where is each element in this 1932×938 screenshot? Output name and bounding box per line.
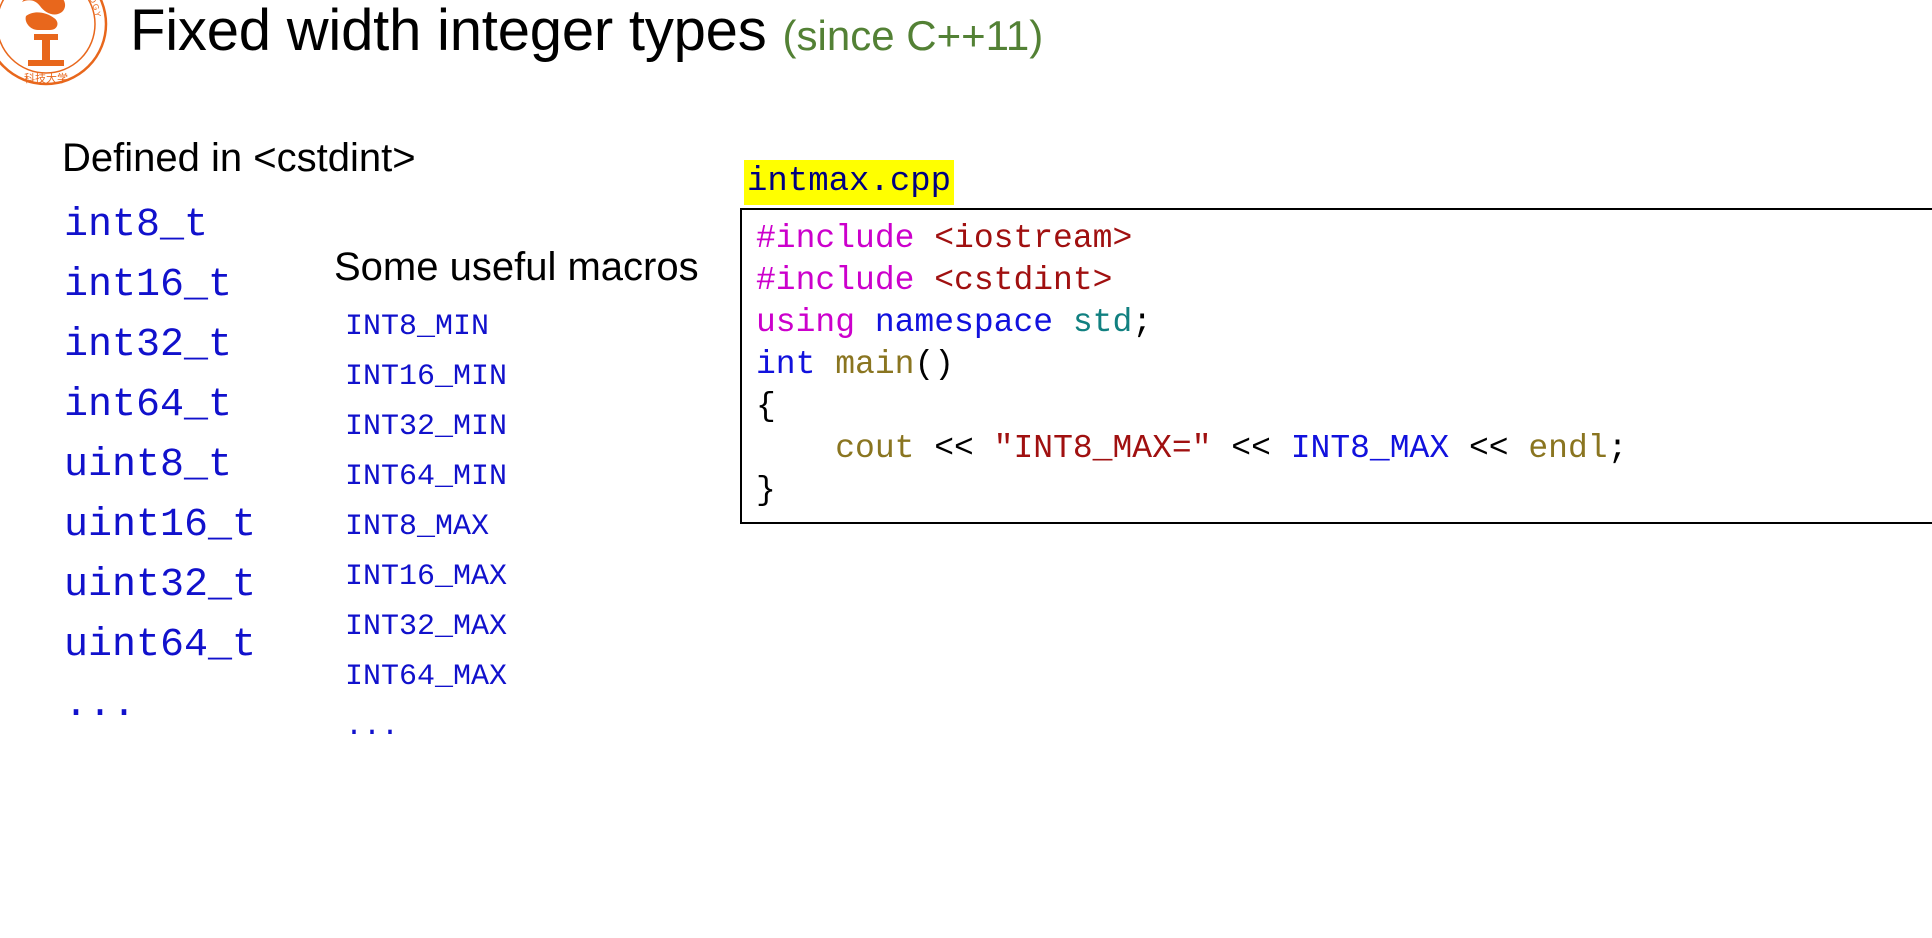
macro-list-item: INT8_MIN (345, 310, 490, 344)
macro-list-item: INT64_MAX (345, 660, 508, 694)
title-version-note: (since C++11) (782, 12, 1044, 59)
type-list-item: int64_t (64, 383, 233, 428)
code-line: int main() (756, 344, 1932, 386)
code-sample-block: #include <iostream> #include <cstdint> usi… (740, 208, 1932, 524)
useful-macros-heading: Some useful macros (334, 245, 699, 289)
code-line: } (756, 470, 1932, 512)
code-token: << (1211, 430, 1291, 467)
macro-list-item: INT16_MIN (345, 360, 508, 394)
university-seal-logo: 科技大学 TECHNOLOGY (0, 0, 108, 86)
code-token: ; (1607, 430, 1628, 467)
macro-list: INT8_MIN INT16_MIN INT32_MIN INT64_MIN INT8_… (345, 302, 645, 752)
code-token: "INT8_MAX=" (993, 430, 1212, 467)
code-token: ; (1132, 304, 1153, 341)
macro-list-item: INT32_MAX (345, 610, 508, 644)
code-token: #include (756, 262, 935, 299)
fixed-width-type-list: int8_t int16_t int32_t int64_t uint8_t uint16… (64, 196, 354, 736)
code-token: () (914, 346, 955, 383)
macro-list-item: INT32_MIN (345, 410, 508, 444)
code-token: int (756, 346, 836, 383)
code-filename-label: intmax.cpp (744, 160, 955, 205)
svg-text:科技大学: 科技大学 (24, 71, 68, 85)
page-title: Fixed width integer types (130, 0, 767, 63)
type-list-item: int16_t (64, 263, 233, 308)
code-line: using namespace std; (756, 302, 1932, 344)
code-line: cout << "INT8_MAX=" << INT8_MAX << endl; (756, 428, 1932, 470)
defined-in-heading: Defined in <cstdint> (62, 136, 416, 180)
code-token: std (1072, 304, 1133, 341)
macro-list-item: INT16_MAX (345, 560, 508, 594)
type-list-item: int8_t (64, 203, 209, 248)
code-token: endl (1528, 430, 1608, 467)
code-token: using (756, 304, 875, 341)
macro-list-item: INT8_MAX (345, 510, 490, 544)
code-line: { (756, 386, 1932, 428)
type-list-item: int32_t (64, 323, 233, 368)
type-list-item: uint64_t (64, 623, 257, 668)
code-token: { (756, 388, 776, 425)
type-list-item: uint32_t (64, 563, 257, 608)
macro-list-item: INT64_MIN (345, 460, 508, 494)
code-token: cout (756, 430, 915, 467)
macro-list-item: ... (345, 710, 400, 744)
code-token: << (914, 430, 994, 467)
type-list-item: uint16_t (64, 503, 257, 548)
code-token: <iostream> (934, 220, 1133, 257)
code-token: #include (756, 220, 935, 257)
code-line: #include <cstdint> (756, 260, 1932, 302)
code-token: INT8_MAX (1290, 430, 1450, 467)
code-token: } (756, 472, 776, 509)
slide-title: Fixed width integer types (since C++11) (130, 2, 1043, 86)
code-token: << (1449, 430, 1529, 467)
type-list-item: uint8_t (64, 443, 233, 488)
code-token: <cstdint> (934, 262, 1113, 299)
code-token: namespace (874, 304, 1073, 341)
code-line: #include <iostream> (756, 218, 1932, 260)
code-token: main (835, 346, 915, 383)
type-list-item: ... (64, 683, 137, 728)
